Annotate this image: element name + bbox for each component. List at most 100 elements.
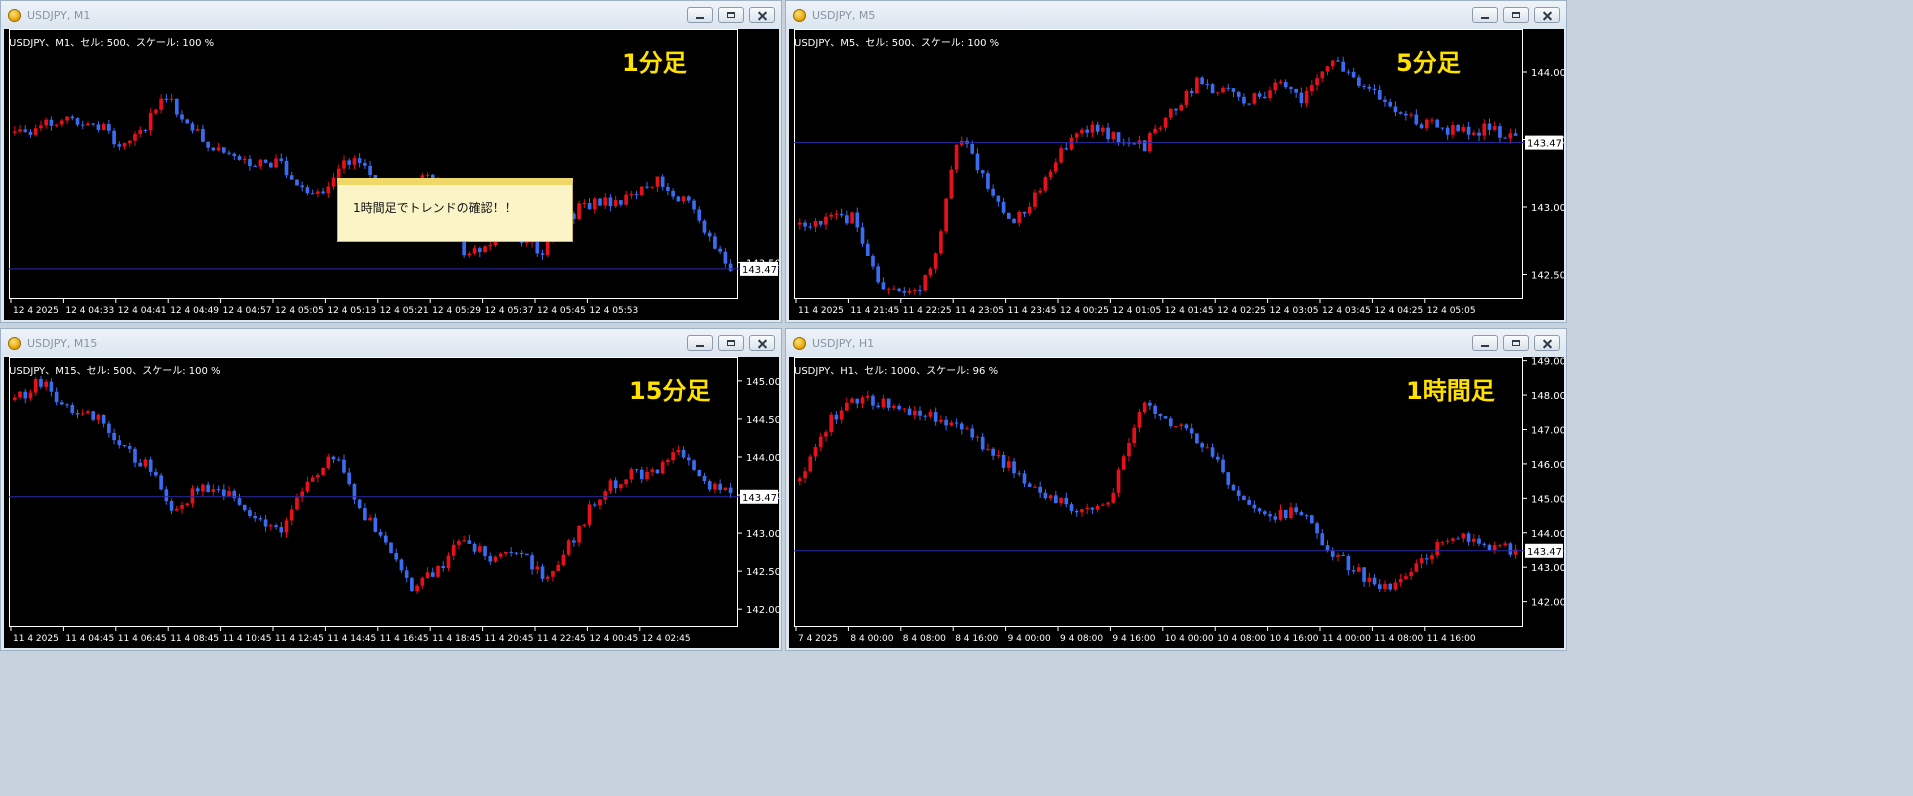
candle-body [399, 559, 404, 571]
y-tick-label: 147.000 [1531, 425, 1564, 436]
candle-body [892, 405, 896, 408]
candle-body [634, 194, 639, 196]
chart-area[interactable]: 145.000144.500144.000143.500143.000142.5… [4, 357, 779, 648]
candle-body [1184, 90, 1189, 105]
candle-body [159, 475, 163, 490]
chart-window-h1[interactable]: USDJPY, H1 149.000148.000147.000146.0001… [785, 328, 1567, 651]
candle-body [326, 186, 331, 194]
candle-body [702, 476, 707, 482]
chart-area[interactable]: 143.500143.47712 4 202512 4 04:3312 4 04… [4, 29, 779, 320]
candle-body [394, 553, 399, 560]
candle-body [70, 116, 75, 119]
candle-body [959, 423, 964, 430]
candle-body [839, 410, 844, 420]
current-price-label: 143.477 [1527, 139, 1564, 150]
candle-body [1268, 90, 1272, 99]
candle-body [248, 510, 252, 517]
candle-body [336, 168, 341, 178]
candle-body [860, 397, 865, 404]
candle-body [818, 436, 823, 447]
candle-body [1022, 473, 1027, 484]
window-titlebar[interactable]: USDJPY, M15 [1, 329, 781, 357]
candle-body [477, 546, 482, 552]
candle-body [996, 454, 1001, 456]
y-tick-label: 142.500 [746, 567, 779, 578]
candle-body [876, 405, 881, 408]
candle-body [1137, 412, 1142, 428]
candle-body [803, 471, 807, 479]
candle-body [629, 469, 634, 480]
candle-body [1310, 85, 1314, 92]
window-titlebar[interactable]: USDJPY, M5 [786, 1, 1566, 29]
y-tick-label: 146.000 [1531, 460, 1564, 471]
candle-body [39, 125, 43, 129]
candle-body [504, 551, 508, 554]
chart-area[interactable]: 144.000143.500143.000142.500143.47711 4 … [789, 29, 1564, 320]
candle-body [980, 436, 985, 450]
x-tick-label: 11 4 16:45 [380, 634, 429, 644]
chart-window-m5[interactable]: USDJPY, M5 144.000143.500143.000142.5001… [785, 0, 1567, 323]
x-tick-label: 12 4 04:41 [118, 306, 167, 316]
candle-body [975, 436, 980, 438]
minimize-button[interactable] [687, 7, 713, 23]
candle-body [289, 509, 294, 521]
candle-body [117, 440, 122, 446]
candle-body [949, 422, 954, 426]
candle-body [980, 170, 985, 174]
candle-body [1247, 500, 1251, 505]
candle-body [258, 518, 263, 520]
close-button[interactable] [749, 7, 775, 23]
close-button[interactable] [1534, 335, 1560, 351]
chart-window-m1[interactable]: USDJPY, M1 143.500143.47712 4 202512 4 0… [0, 0, 782, 323]
maximize-button[interactable] [718, 7, 744, 23]
text-note[interactable]: 1時間足でトレンドの確認！！ [337, 178, 573, 242]
candle-body [986, 173, 990, 189]
candle-body [284, 520, 289, 533]
minimize-button[interactable] [1472, 7, 1498, 23]
candle-body [227, 152, 231, 154]
candle-body [488, 556, 493, 562]
candle-body [201, 128, 205, 142]
candle-body [295, 179, 299, 186]
chart-window-m15[interactable]: USDJPY, M15 145.000144.500144.000143.500… [0, 328, 782, 651]
candle-body [808, 456, 813, 472]
candle-body [1132, 143, 1137, 145]
candle-body [1362, 85, 1366, 87]
candle-body [201, 484, 205, 492]
candle-body [1148, 133, 1152, 152]
candle-body [174, 508, 179, 511]
maximize-button[interactable] [718, 335, 744, 351]
candle-body [907, 290, 912, 293]
window-titlebar[interactable]: USDJPY, H1 [786, 329, 1566, 357]
candle-body [1435, 119, 1440, 128]
candle-body [1419, 124, 1424, 129]
candle-body [660, 176, 665, 187]
candle-body [148, 459, 153, 472]
close-button[interactable] [749, 335, 775, 351]
candle-body [96, 124, 101, 130]
candle-body [154, 109, 158, 114]
candle-body [655, 176, 660, 187]
window-titlebar[interactable]: USDJPY, M1 [1, 1, 781, 29]
candle-body [587, 504, 592, 525]
candle-body [1268, 514, 1272, 517]
chart-area[interactable]: 149.000 148.000 147.000 146.000 145.000 144.0… [789, 357, 1564, 648]
candle-body [1482, 123, 1487, 136]
candle-body [101, 124, 106, 130]
candle-body [54, 124, 59, 126]
candle-body [723, 251, 728, 264]
maximize-button[interactable] [1503, 7, 1529, 23]
close-button[interactable] [1534, 7, 1560, 23]
x-tick-label: 11 4 18:45 [432, 634, 481, 644]
maximize-button[interactable] [1503, 335, 1529, 351]
x-tick-label: 12 4 03:45 [1322, 306, 1371, 316]
candle-body [1477, 538, 1481, 544]
candle-body [159, 98, 163, 110]
candle-body [91, 411, 96, 420]
candle-body [1273, 82, 1278, 91]
candle-body [829, 414, 834, 433]
minimize-button[interactable] [687, 335, 713, 351]
candle-body [1404, 576, 1408, 579]
minimize-button[interactable] [1472, 335, 1498, 351]
candle-body [813, 220, 818, 227]
